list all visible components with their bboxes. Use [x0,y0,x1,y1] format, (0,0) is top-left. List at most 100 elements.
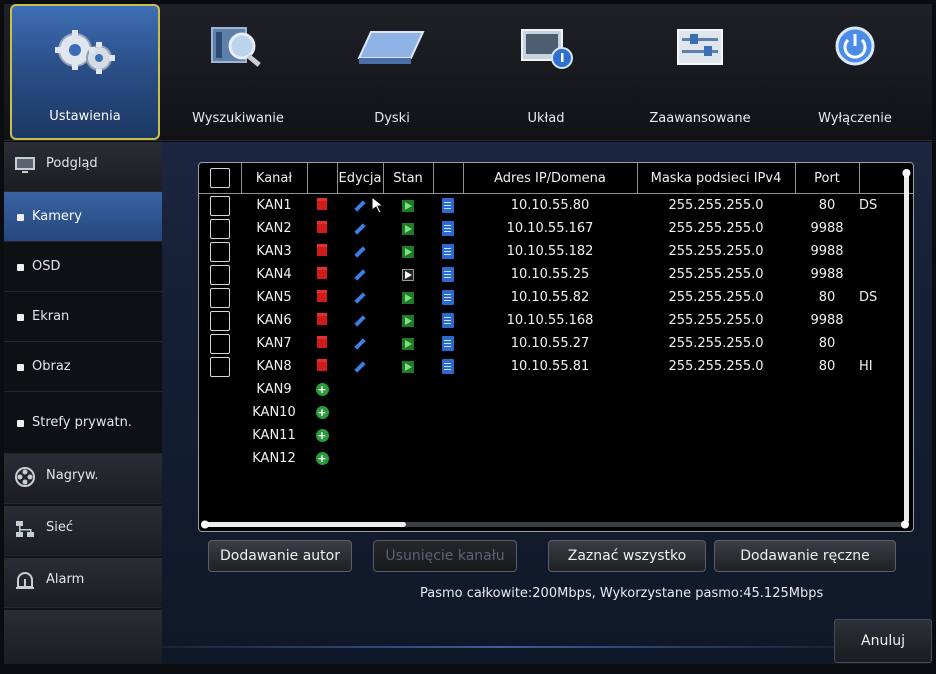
sidebar-item-cameras[interactable]: Kamery [4,192,162,242]
row-checkbox[interactable] [199,332,241,355]
table-row[interactable]: KAN8 10.10.55.81 255.255.255.0 80 HI [199,355,913,378]
add-camera-button[interactable]: + [307,401,337,424]
sidebar-item-osd[interactable]: OSD [4,242,162,292]
config-button[interactable] [433,217,463,240]
state-indicator[interactable] [383,240,433,263]
play-icon[interactable] [402,291,414,304]
pencil-icon[interactable] [354,291,366,304]
config-button[interactable] [433,309,463,332]
select-all-button[interactable]: Zaznać wszystko [548,540,706,572]
delete-button[interactable] [307,355,337,378]
add-plus-icon[interactable]: + [315,452,329,465]
config-button[interactable] [433,240,463,263]
sidebar-item-image[interactable]: Obraz [4,342,162,392]
pencil-icon[interactable] [354,360,366,373]
checkbox-icon[interactable] [210,195,230,216]
delete-button[interactable] [307,217,337,240]
cancel-button[interactable]: Anuluj [834,619,932,663]
play-icon[interactable] [402,360,414,373]
pencil-icon[interactable] [354,314,366,327]
table-row[interactable]: KAN6 10.10.55.168 255.255.255.0 9988 [199,309,913,332]
row-checkbox[interactable] [199,194,241,218]
checkbox-icon[interactable] [210,218,230,239]
sidebar-item-screen[interactable]: Ekran [4,292,162,342]
play-icon[interactable] [402,199,414,212]
checkbox-icon[interactable] [210,264,230,285]
pencil-icon[interactable] [354,268,366,281]
row-checkbox[interactable] [199,263,241,286]
add-camera-button[interactable]: + [307,424,337,447]
trash-icon[interactable] [317,266,327,279]
delete-button[interactable] [307,332,337,355]
document-edit-icon[interactable] [442,221,454,236]
select-all-checkbox-header[interactable] [199,163,242,194]
state-indicator[interactable] [383,263,433,286]
sidebar-item-network[interactable]: Sieć [4,506,162,556]
nav-system[interactable]: Układ [470,4,622,140]
edit-button[interactable] [337,332,383,355]
table-row[interactable]: KAN5 10.10.55.82 255.255.255.0 80 DS [199,286,913,309]
sidebar-item-privacy-zones[interactable]: Strefy prywatn. [4,392,162,454]
table-row[interactable]: KAN7 10.10.55.27 255.255.255.0 80 [199,332,913,355]
state-indicator[interactable] [383,194,433,218]
config-button[interactable] [433,286,463,309]
edit-button[interactable] [337,217,383,240]
state-indicator[interactable] [383,309,433,332]
pencil-icon[interactable] [354,222,366,235]
checkbox-icon[interactable] [210,241,230,262]
document-edit-icon[interactable] [442,290,454,305]
add-camera-button[interactable]: + [307,378,337,401]
config-button[interactable] [433,263,463,286]
horizontal-scrollbar[interactable] [201,520,909,529]
trash-icon[interactable] [317,243,327,256]
trash-icon[interactable] [317,358,327,371]
add-plus-icon[interactable]: + [315,383,329,396]
document-edit-icon[interactable] [442,336,454,351]
config-button[interactable] [433,332,463,355]
state-indicator[interactable] [383,332,433,355]
delete-button[interactable] [307,286,337,309]
play-icon[interactable] [402,337,414,350]
table-row[interactable]: KAN2 10.10.55.167 255.255.255.0 9988 [199,217,913,240]
add-camera-button[interactable]: + [307,447,337,470]
sidebar-item-preview[interactable]: Podgląd [4,142,162,192]
checkbox-icon[interactable] [210,287,230,308]
delete-button[interactable] [307,194,337,218]
row-checkbox[interactable] [199,309,241,332]
nav-disks[interactable]: Dyski [316,4,468,140]
state-indicator[interactable] [383,217,433,240]
config-button[interactable] [433,194,463,218]
trash-icon[interactable] [317,289,327,302]
nav-search[interactable]: Wyszukiwanie [162,4,314,140]
delete-button[interactable] [307,263,337,286]
remove-channel-button[interactable]: Usunięcie kanału [373,540,517,572]
edit-button[interactable] [337,240,383,263]
trash-icon[interactable] [317,220,327,233]
trash-icon[interactable] [317,312,327,325]
delete-button[interactable] [307,309,337,332]
checkbox-icon[interactable] [210,310,230,331]
pencil-icon[interactable] [354,337,366,350]
nav-shutdown[interactable]: Wyłączenie [778,4,932,140]
table-row[interactable]: KAN1 10.10.55.80 255.255.255.0 80 DS [199,194,913,218]
play-icon[interactable] [402,222,414,235]
table-row[interactable]: KAN4 10.10.55.25 255.255.255.0 9988 [199,263,913,286]
sidebar-item-recording[interactable]: Nagryw. [4,454,162,504]
play-icon[interactable] [402,245,414,258]
checkbox-icon[interactable] [210,356,230,377]
row-checkbox[interactable] [199,286,241,309]
config-button[interactable] [433,355,463,378]
add-plus-icon[interactable]: + [315,406,329,419]
pencil-icon[interactable] [354,199,366,212]
pencil-icon[interactable] [354,245,366,258]
edit-button[interactable] [337,286,383,309]
auto-add-button[interactable]: Dodawanie autor [208,540,352,572]
manual-add-button[interactable]: Dodawanie ręczne [714,540,896,572]
play-icon[interactable] [402,268,414,281]
edit-button[interactable] [337,355,383,378]
nav-settings[interactable]: Ustawienia [10,4,160,140]
trash-icon[interactable] [317,197,327,210]
vertical-scrollbar[interactable] [902,169,911,523]
delete-button[interactable] [307,240,337,263]
document-edit-icon[interactable] [442,313,454,328]
